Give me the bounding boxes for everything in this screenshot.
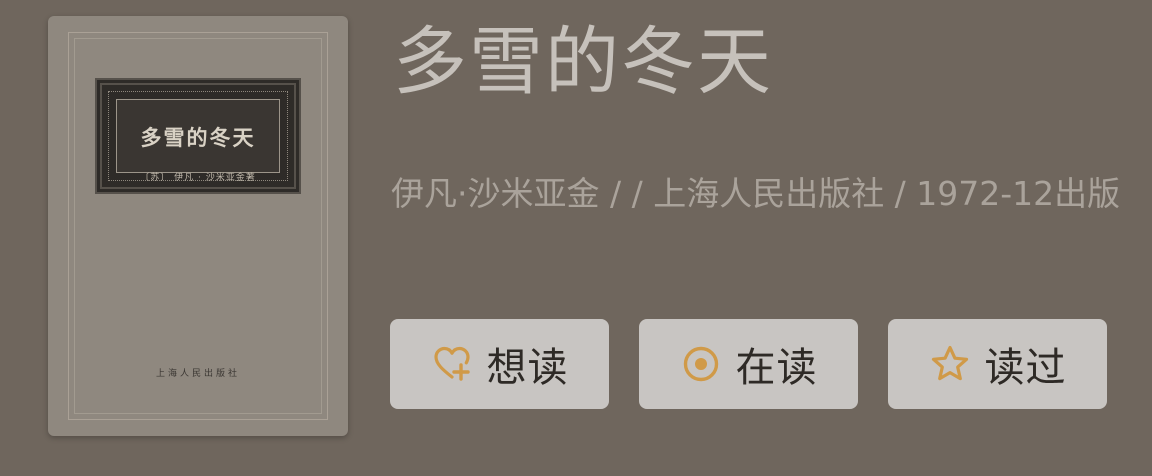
want-to-read-label: 想读 [486, 345, 569, 391]
heart-plus-icon [433, 346, 470, 381]
reading-button[interactable]: 在读 [639, 319, 858, 409]
star-icon [931, 345, 968, 381]
book-cover-image[interactable]: 多雪的冬天 〔苏〕 伊凡 · 沙米亚金著 上海人民出版社 [48, 16, 348, 436]
cover-title-plate: 多雪的冬天 〔苏〕 伊凡 · 沙米亚金著 [95, 78, 301, 194]
reading-label: 在读 [735, 345, 818, 391]
book-meta: 伊凡·沙米亚金 / / 上海人民出版社 / 1972-12出版 [391, 174, 1121, 213]
target-circle-icon [683, 346, 718, 382]
have-read-label: 读过 [984, 345, 1067, 391]
cover-author: 〔苏〕 伊凡 · 沙米亚金著 [140, 173, 256, 183]
cover-title: 多雪的冬天 [140, 126, 256, 150]
book-title: 多雪的冬天 [393, 19, 773, 105]
have-read-button[interactable]: 读过 [888, 319, 1107, 409]
cover-title-panel: 多雪的冬天 〔苏〕 伊凡 · 沙米亚金著 [116, 99, 280, 183]
want-to-read-button[interactable]: 想读 [390, 319, 609, 409]
cover-publisher: 上海人民出版社 [155, 369, 240, 379]
